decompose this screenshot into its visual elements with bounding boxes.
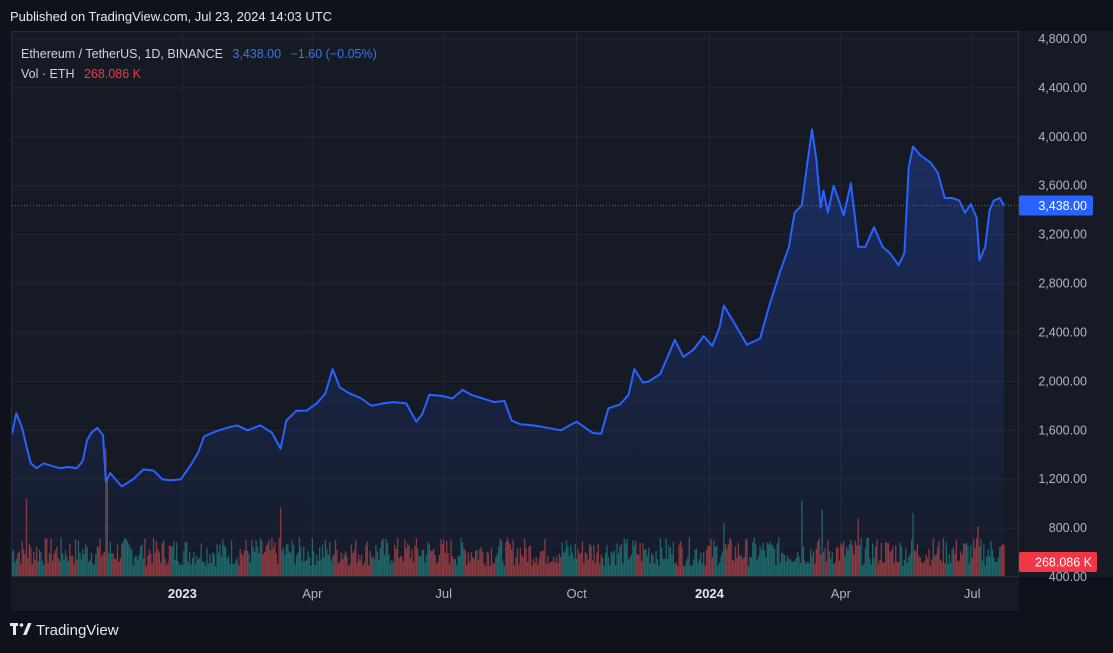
time-tick-label: Jul: [964, 586, 981, 601]
time-tick-label: Apr: [831, 586, 852, 601]
time-tick-label: Jul: [435, 586, 452, 601]
price-tick-label: 4,800.00: [1038, 32, 1087, 46]
price-value: 3,438.00: [232, 47, 282, 61]
price-tick-label: 3,600.00: [1038, 179, 1087, 193]
tradingview-logo-icon: [10, 622, 32, 639]
brand-name: TradingView: [36, 622, 119, 639]
time-tick-label: Apr: [302, 586, 323, 601]
volume-label[interactable]: Vol · ETH: [21, 67, 75, 81]
price-tick-label: 400.00: [1049, 570, 1087, 584]
brand-footer[interactable]: TradingView: [10, 622, 119, 639]
price-tick-label: 2,800.00: [1038, 277, 1087, 291]
time-axis-ticks: 2023 Apr Jul Oct 2024 Apr Jul: [168, 586, 981, 601]
chart-frame: Published on TradingView.com, Jul 23, 20…: [0, 0, 1113, 653]
price-tick-label: 3,200.00: [1038, 228, 1087, 242]
price-tick-label: 4,000.00: [1038, 130, 1087, 144]
price-axis-ticks: 4,800.00 4,400.00 4,000.00 3,600.00 3,200.00…: [1038, 32, 1087, 584]
volume-value: 268.086 K: [83, 67, 141, 81]
time-tick-label: Oct: [566, 586, 587, 601]
last-volume-badge-text: 268.086 K: [1035, 556, 1093, 570]
symbol-label[interactable]: Ethereum / TetherUS, 1D, BINANCE: [21, 47, 223, 61]
time-tick-label: 2024: [695, 586, 725, 601]
price-tick-label: 4,400.00: [1038, 81, 1087, 95]
price-tick-label: 2,400.00: [1038, 325, 1087, 339]
time-tick-label: 2023: [168, 586, 197, 601]
price-chart[interactable]: 4,800.00 4,400.00 4,000.00 3,600.00 3,200.00…: [0, 0, 1113, 653]
chart-legend: Ethereum / TetherUS, 1D, BINANCE 3,438.0…: [21, 44, 383, 84]
price-change: −1.60 (−0.05%): [290, 47, 377, 61]
price-tick-label: 1,600.00: [1038, 423, 1087, 437]
last-price-badge-text: 3,438.00: [1038, 199, 1087, 213]
price-area: [12, 128, 1018, 576]
price-tick-label: 800.00: [1049, 521, 1087, 535]
price-area-fill: [12, 129, 1004, 576]
price-tick-label: 1,200.00: [1038, 472, 1087, 486]
price-tick-label: 2,000.00: [1038, 374, 1087, 388]
